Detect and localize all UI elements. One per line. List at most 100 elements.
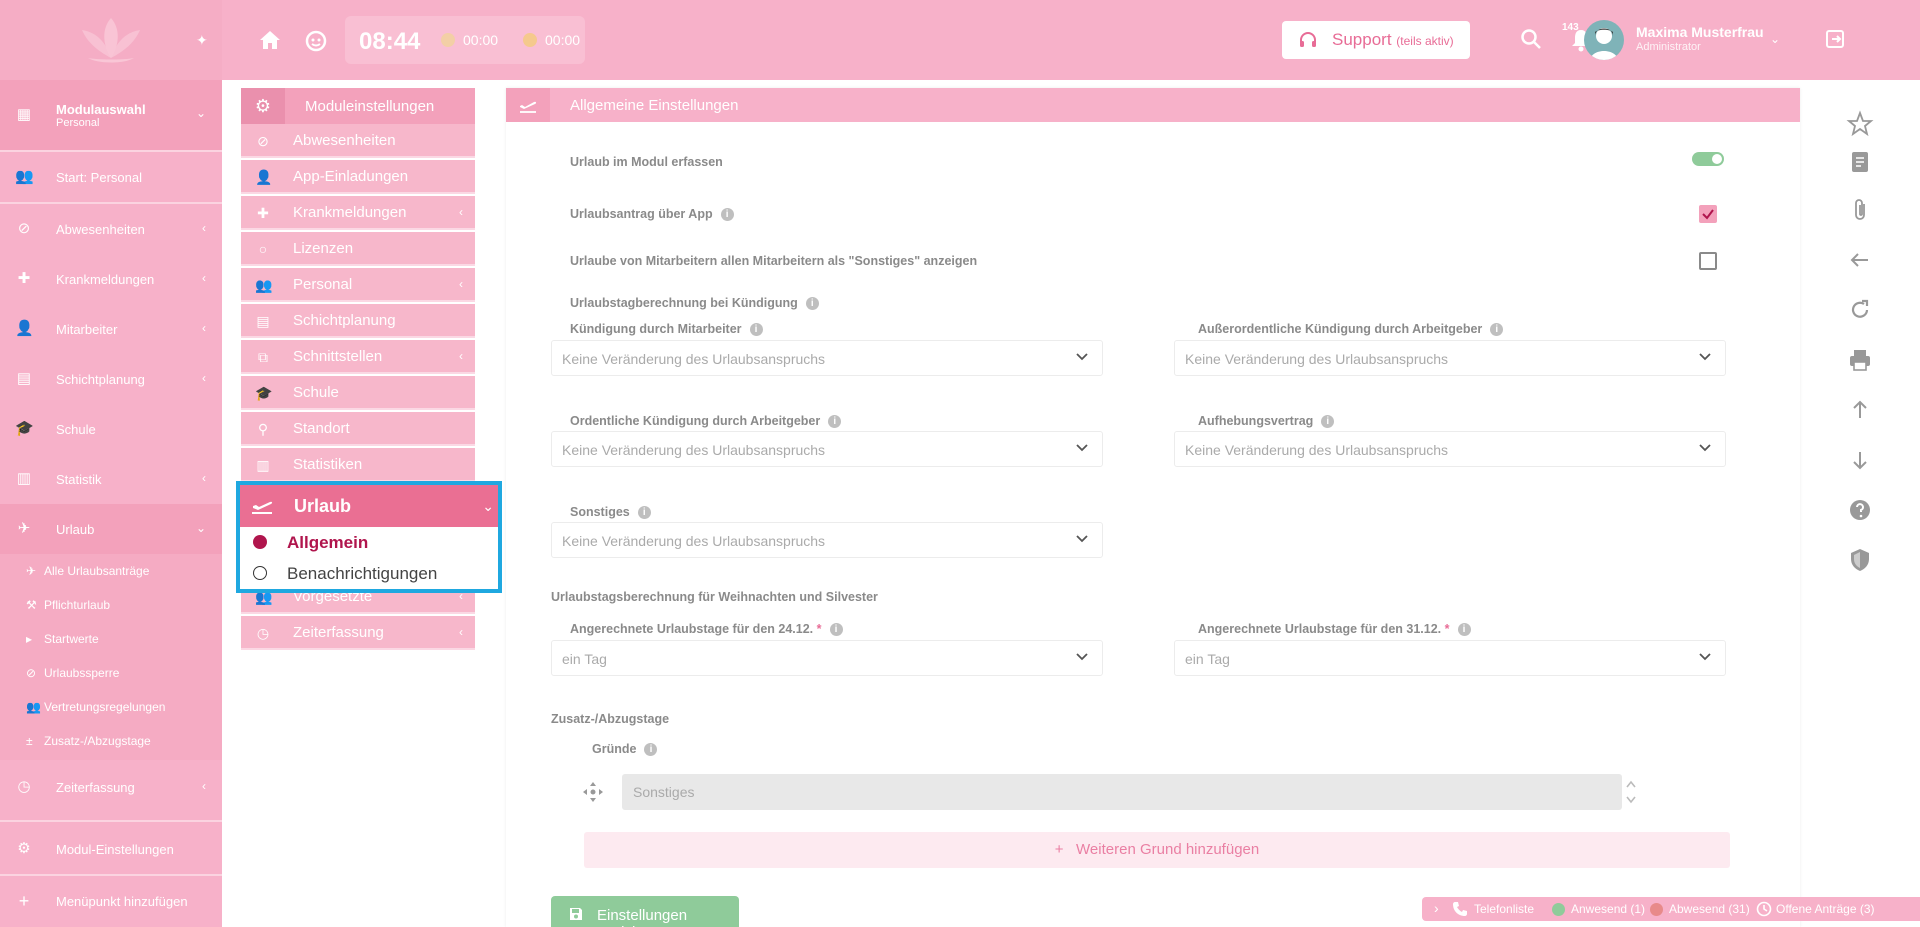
chevron-down-icon: ⌄ (195, 521, 206, 535)
add-reason-button[interactable]: + Weiteren Grund hinzufügen (584, 832, 1730, 868)
chart-icon: ▥ (256, 457, 270, 473)
chevron-down-icon (1076, 353, 1088, 361)
aufhebungsvertrag-select[interactable]: Keine Veränderung des Urlaubsanspruchs (1174, 431, 1726, 467)
module-settings-header: ⚙ Moduleinstellungen (241, 88, 475, 124)
module-item-statistiken[interactable]: ▥ Statistiken (241, 448, 475, 482)
sidebar-sub-zusatz-abzugstage[interactable]: ± Zusatz-/Abzugstage (26, 734, 151, 748)
print-icon[interactable] (1846, 346, 1874, 374)
reason-input[interactable]: Sonstiges (622, 774, 1622, 810)
module-item-schule[interactable]: 🎓 Schule (241, 376, 475, 410)
telefonliste-link[interactable]: Telefonliste (1474, 902, 1534, 916)
graduation-cap-icon: 🎓 (255, 385, 273, 401)
support-button[interactable]: Support (teils aktiv) (1282, 21, 1470, 59)
label-gruende: Gründe i (592, 742, 658, 756)
sidebar-item-start-personal[interactable]: 👥 Start: Personal (0, 152, 222, 202)
module-item-zeiterfassung[interactable]: ◷ Zeiterfassung ‹ (241, 616, 475, 650)
sidebar-item-abwesenheiten[interactable]: ⊘ Abwesenheiten ‹ (0, 204, 222, 254)
home-icon[interactable] (258, 28, 282, 52)
sidebar-item-label: Statistik (56, 472, 102, 487)
sidebar-item-label: Schule (56, 422, 96, 437)
label-aufhebungsvertrag: Aufhebungsvertrag i (1198, 414, 1335, 428)
search-icon[interactable] (1520, 28, 1542, 50)
submenu-item-benachrichtigungen[interactable]: Benachrichtigungen (240, 558, 498, 589)
sidebar-sub-urlaubssperre[interactable]: ⊘ Urlaubssperre (26, 666, 119, 680)
medical-cross-icon: ✚ (17, 270, 31, 287)
sidebar-item-schichtplanung[interactable]: ▤ Schichtplanung ‹ (0, 354, 222, 404)
sidebar-sub-vertretungsregelungen[interactable]: 👥 Vertretungsregelungen (26, 700, 165, 714)
panel-header: Allgemeine Einstellungen (506, 88, 1800, 122)
module-item-standort[interactable]: ⚲ Standort (241, 412, 475, 446)
move-arrows-icon[interactable] (582, 781, 604, 803)
sidebar-sub-alle-urlaubsantraege[interactable]: ✈ Alle Urlaubsanträge (26, 564, 149, 578)
help-icon[interactable] (1846, 496, 1874, 524)
sidebar-item-statistik[interactable]: ▥ Statistik ‹ (0, 454, 222, 504)
chevron-down-icon: ⌄ (195, 106, 206, 120)
save-settings-button[interactable]: Einstellungen speichern (551, 896, 739, 927)
sidebar-sub-startwerte[interactable]: ▸ Startwerte (26, 632, 99, 646)
sidebar-item-urlaub[interactable]: ✈ Urlaub ⌄ (0, 504, 222, 554)
user-menu-chevron-down-icon[interactable]: ⌄ (1770, 32, 1780, 46)
paperclip-icon[interactable] (1846, 196, 1874, 224)
module-item-schichtplanung[interactable]: ▤ Schichtplanung (241, 304, 475, 338)
module-select[interactable]: ▦ Modulauswahl Personal ⌄ (0, 80, 222, 150)
module-item-urlaub[interactable]: Urlaub ⌄ (240, 485, 498, 527)
lotus-logo-icon[interactable] (78, 14, 144, 66)
timer-1-dot-icon (441, 33, 455, 47)
module-item-schnittstellen[interactable]: ⧉ Schnittstellen ‹ (241, 340, 475, 374)
module-item-app-einladungen[interactable]: 👤 App-Einladungen (241, 160, 475, 194)
avatar[interactable] (1584, 20, 1624, 60)
urlaubsantrag-app-checkbox[interactable] (1699, 205, 1717, 223)
user-name[interactable]: Maxima Musterfrau (1636, 24, 1764, 40)
chevron-left-icon: ‹ (202, 321, 206, 335)
refresh-icon[interactable] (1846, 296, 1874, 324)
timer-face-icon[interactable] (304, 28, 328, 52)
info-icon: i (828, 415, 842, 428)
sidebar-item-add-menu-item[interactable]: + Menüpunkt hinzufügen (0, 876, 222, 926)
clock-icon (1756, 901, 1772, 917)
submenu-item-allgemein[interactable]: Allgemein (240, 527, 498, 558)
module-item-personal[interactable]: 👥 Personal ‹ (241, 268, 475, 302)
sidebar-item-modul-einstellungen[interactable]: ⚙ Modul-Einstellungen (0, 824, 222, 874)
anwesend-link[interactable]: Anwesend (1) (1571, 902, 1645, 916)
arrow-up-icon[interactable] (1846, 396, 1874, 424)
chevron-right-icon[interactable]: › (1434, 900, 1439, 916)
offene-antraege-link[interactable]: Offene Anträge (3) (1776, 902, 1875, 916)
pin-icon[interactable]: ✦ (196, 32, 208, 49)
tage-2412-select[interactable]: ein Tag (551, 640, 1103, 676)
urlaub-im-modul-toggle[interactable] (1692, 152, 1724, 166)
sidebar-item-label: Modul-Einstellungen (56, 842, 174, 857)
abwesend-link[interactable]: Abwesend (31) (1669, 902, 1750, 916)
ordentliche-select[interactable]: Keine Veränderung des Urlaubsanspruchs (551, 431, 1103, 467)
sonstiges-select[interactable]: Keine Veränderung des Urlaubsanspruchs (551, 522, 1103, 558)
radio-filled-icon (253, 535, 267, 549)
module-item-lizenzen[interactable]: ○ Lizenzen (241, 232, 475, 266)
urlaube-sonstiges-checkbox[interactable] (1699, 252, 1717, 270)
sort-arrows-icon[interactable] (1624, 777, 1638, 807)
sidebar-item-mitarbeiter[interactable]: 👤 Mitarbeiter ‹ (0, 304, 222, 354)
table-icon: ▤ (16, 370, 32, 387)
arrow-down-icon[interactable] (1846, 446, 1874, 474)
tage-3112-select[interactable]: ein Tag (1174, 640, 1726, 676)
module-item-abwesenheiten[interactable]: ⊘ Abwesenheiten (241, 124, 475, 158)
sidebar-item-schule[interactable]: 🎓 Schule (0, 404, 222, 454)
document-icon[interactable] (1846, 148, 1874, 176)
arrow-left-icon[interactable] (1846, 246, 1874, 274)
chevron-left-icon: ‹ (202, 371, 206, 385)
label-tage-3112: Angerechnete Urlaubstage für den 31.12. … (1198, 622, 1471, 636)
chevron-left-icon: ‹ (202, 221, 206, 235)
sidebar-item-krankmeldungen[interactable]: ✚ Krankmeldungen ‹ (0, 254, 222, 304)
info-icon: i (637, 506, 651, 519)
star-icon[interactable] (1846, 110, 1874, 138)
phone-icon[interactable] (1452, 901, 1468, 917)
shield-icon[interactable] (1846, 546, 1874, 574)
label-tage-2412: Angerechnete Urlaubstage für den 24.12. … (570, 622, 843, 636)
module-item-krankmeldungen[interactable]: ✚ Krankmeldungen ‹ (241, 196, 475, 230)
sidebar-sub-pflichturlaub[interactable]: ⚒ Pflichturlaub (26, 598, 110, 612)
submenu-label: Allgemein (287, 533, 369, 552)
kuendigung-mitarbeiter-select[interactable]: Keine Veränderung des Urlaubsanspruchs (551, 340, 1103, 376)
ausserordentliche-select[interactable]: Keine Veränderung des Urlaubsanspruchs (1174, 340, 1726, 376)
sidebar-item-label: Zeiterfassung (56, 780, 135, 795)
sidebar-item-zeiterfassung[interactable]: ◷ Zeiterfassung ‹ (0, 762, 222, 812)
chevron-left-icon: ‹ (459, 277, 463, 291)
logout-icon[interactable] (1824, 28, 1846, 50)
